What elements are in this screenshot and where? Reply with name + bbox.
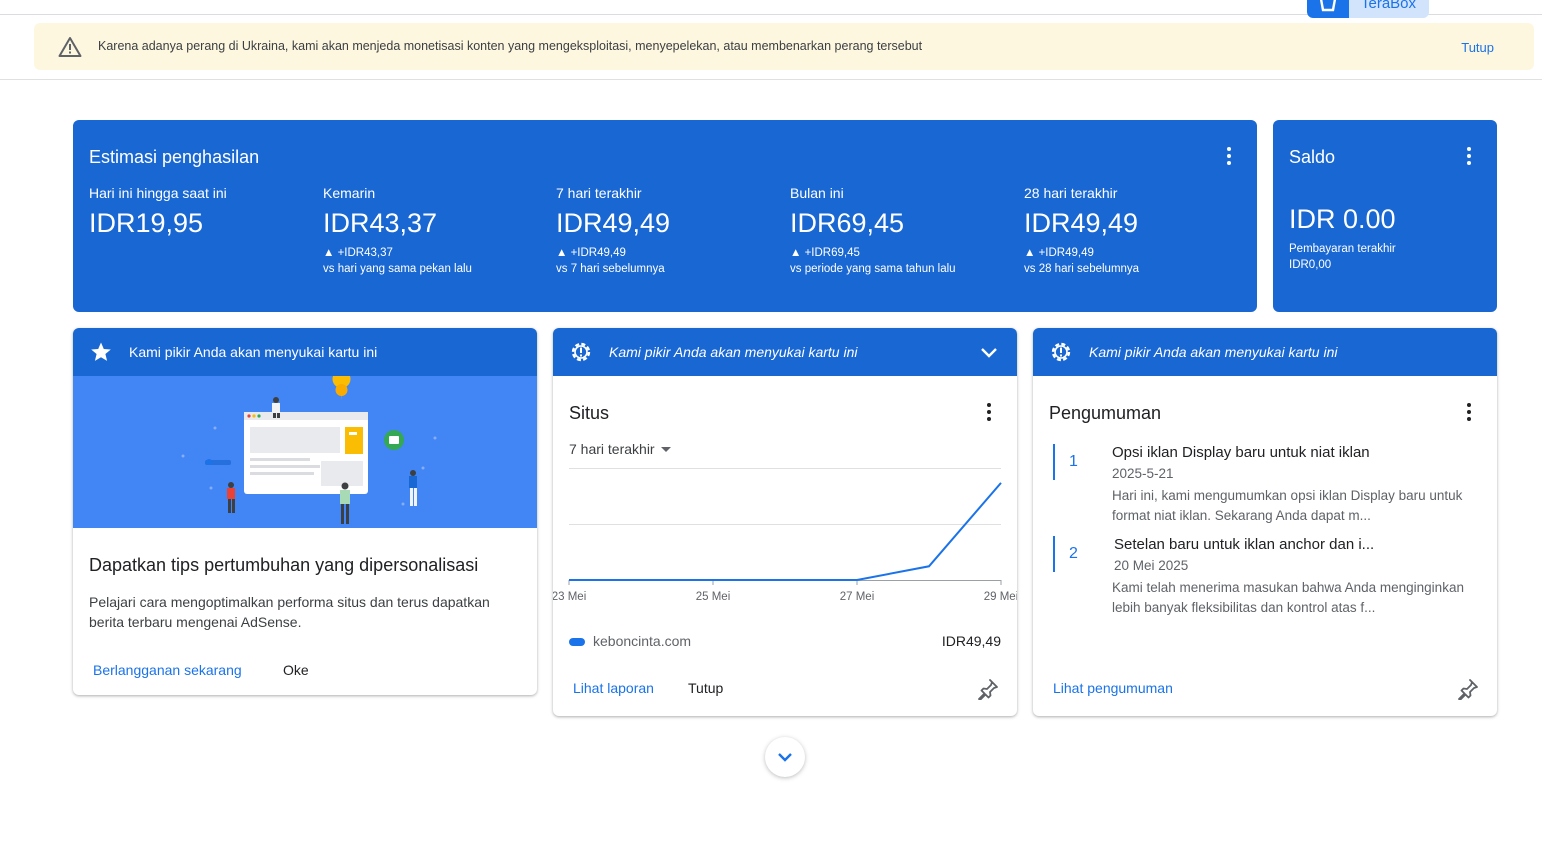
metric-value: IDR69,45 <box>790 208 905 238</box>
pin-icon[interactable] <box>1457 678 1479 700</box>
date-range-label: 7 hari terakhir <box>569 441 655 457</box>
sites-title: Situs <box>569 403 610 423</box>
announcement-title: Opsi iklan Display baru untuk niat iklan <box>1112 444 1370 461</box>
subscribe-button[interactable]: Berlangganan sekarang <box>93 662 242 678</box>
announcements-title: Pengumuman <box>1049 403 1162 423</box>
chart-tick-label: 27 Mei <box>840 591 875 603</box>
earnings-title: Estimasi penghasilan <box>89 147 260 167</box>
view-report-button[interactable]: Lihat laporan <box>573 680 654 696</box>
series-legend-swatch <box>569 638 585 646</box>
metric-this-month[interactable]: Bulan ini IDR69,45 ▲ +IDR69,45 vs period… <box>790 185 1010 275</box>
banner-close-button[interactable]: Tutup <box>1461 40 1494 55</box>
announcement-date: 20 Mei 2025 <box>1114 558 1189 573</box>
announcement-text: Hari ini, kami mengumumkan opsi iklan Di… <box>1112 488 1463 523</box>
ok-button[interactable]: Oke <box>283 662 309 678</box>
balance-amount: IDR 0.00 <box>1289 204 1396 234</box>
metric-today[interactable]: Hari ini hingga saat ini IDR19,95 <box>89 185 309 239</box>
announcements-more-icon[interactable] <box>1459 402 1479 422</box>
metric-delta: ▲ +IDR69,45 <box>790 247 860 259</box>
star-icon <box>91 342 111 361</box>
announcements-card: Kami pikir Anda akan menyukai kartu ini … <box>1033 328 1497 716</box>
metric-comparison: vs periode yang sama tahun lalu <box>790 263 956 275</box>
announcements-card-header-text: Kami pikir Anda akan menyukai kartu ini <box>1089 344 1338 360</box>
announcement-marker <box>1053 536 1055 572</box>
metric-delta: ▲ +IDR49,49 <box>556 247 626 259</box>
terabox-logo-icon <box>1307 0 1349 18</box>
announcement-number: 2 <box>1069 545 1078 562</box>
metric-label: Kemarin <box>323 185 376 201</box>
war-notice-banner: Karena adanya perang di Ukraina, kami ak… <box>34 23 1534 70</box>
announcement-title: Setelan baru untuk iklan anchor dan i... <box>1114 536 1375 553</box>
metric-comparison: vs 28 hari sebelumnya <box>1024 263 1140 275</box>
growth-tips-illustration <box>73 370 537 528</box>
metric-last-28-days[interactable]: 28 hari terakhir IDR49,49 ▲ +IDR49,49 vs… <box>1024 185 1244 275</box>
chart-tick-label: 23 Mei <box>553 591 586 603</box>
banner-message: Karena adanya perang di Ukraina, kami ak… <box>98 39 923 53</box>
metric-delta: ▲ +IDR49,49 <box>1024 247 1094 259</box>
metric-delta: ▲ +IDR43,37 <box>323 247 393 259</box>
terabox-extension-tab[interactable]: TeraBox <box>1307 0 1429 18</box>
announcement-marker <box>1053 444 1055 480</box>
header-divider <box>0 79 1542 80</box>
warning-icon <box>58 37 82 57</box>
metric-value: IDR49,49 <box>1024 208 1139 238</box>
chart-tick-label: 25 Mei <box>696 591 731 603</box>
last-payment-label: Pembayaran terakhir <box>1289 243 1396 255</box>
sites-card-header-text: Kami pikir Anda akan menyukai kartu ini <box>609 344 858 360</box>
announcement-number: 1 <box>1069 453 1078 470</box>
tips-card: Kami pikir Anda akan menyukai kartu ini <box>73 328 537 695</box>
metric-label: Hari ini hingga saat ini <box>89 185 227 201</box>
announcement-date: 2025-5-21 <box>1112 466 1174 481</box>
chart-series-line <box>569 482 1002 581</box>
metric-label: 7 hari terakhir <box>556 185 642 201</box>
suggestion-gear-icon <box>1051 342 1071 362</box>
metric-label: 28 hari terakhir <box>1024 185 1118 201</box>
sites-more-icon[interactable] <box>979 402 999 422</box>
chevron-down-icon <box>778 753 792 762</box>
pin-icon[interactable] <box>977 678 999 700</box>
tips-card-header-text: Kami pikir Anda akan menyukai kartu ini <box>129 344 378 360</box>
site-earnings-value: IDR49,49 <box>941 633 1001 649</box>
suggestion-gear-icon <box>571 342 591 362</box>
site-earnings-chart: 23 Mei 25 Mei 27 Mei 29 Mei <box>553 468 1017 603</box>
metric-last-7-days[interactable]: 7 hari terakhir IDR49,49 ▲ +IDR49,49 vs … <box>556 185 776 275</box>
chart-tick-label: 29 Mei <box>984 591 1017 603</box>
tips-card-title: Dapatkan tips pertumbuhan yang dipersona… <box>89 555 479 575</box>
last-payment-value: IDR0,00 <box>1289 259 1332 271</box>
estimated-earnings-card: Estimasi penghasilan Hari ini hingga saa… <box>73 120 1257 312</box>
balance-card: Saldo IDR 0.00 Pembayaran terakhir IDR0,… <box>1273 120 1497 312</box>
date-range-dropdown[interactable]: 7 hari terakhir <box>569 441 671 457</box>
metric-value: IDR19,95 <box>89 208 204 238</box>
metric-value: IDR49,49 <box>556 208 671 238</box>
dropdown-caret-icon <box>660 447 671 452</box>
metric-value: IDR43,37 <box>323 208 438 238</box>
terabox-label: TeraBox <box>1361 0 1417 12</box>
metric-yesterday[interactable]: Kemarin IDR43,37 ▲ +IDR43,37 vs hari yan… <box>323 185 543 275</box>
tips-card-description: Pelajari cara mengoptimalkan performa si… <box>89 594 490 630</box>
metric-label: Bulan ini <box>790 185 844 201</box>
balance-more-icon[interactable] <box>1459 146 1479 166</box>
metric-comparison: vs 7 hari sebelumnya <box>556 263 665 275</box>
close-card-button[interactable]: Tutup <box>688 680 723 696</box>
announcements-card-header: Kami pikir Anda akan menyukai kartu ini <box>1033 328 1497 376</box>
sites-card: Kami pikir Anda akan menyukai kartu ini … <box>553 328 1017 716</box>
sites-card-header: Kami pikir Anda akan menyukai kartu ini <box>553 328 1017 376</box>
metric-comparison: vs hari yang sama pekan lalu <box>323 263 472 275</box>
chevron-down-icon[interactable] <box>979 343 999 363</box>
balance-title: Saldo <box>1289 147 1336 167</box>
view-announcements-button[interactable]: Lihat pengumuman <box>1053 680 1173 696</box>
tips-card-header: Kami pikir Anda akan menyukai kartu ini <box>73 328 537 376</box>
site-name[interactable]: keboncinta.com <box>593 633 691 649</box>
scroll-down-button[interactable] <box>765 737 805 777</box>
earnings-more-icon[interactable] <box>1219 146 1239 166</box>
announcement-text: Kami telah menerima masukan bahwa Anda m… <box>1112 580 1464 615</box>
